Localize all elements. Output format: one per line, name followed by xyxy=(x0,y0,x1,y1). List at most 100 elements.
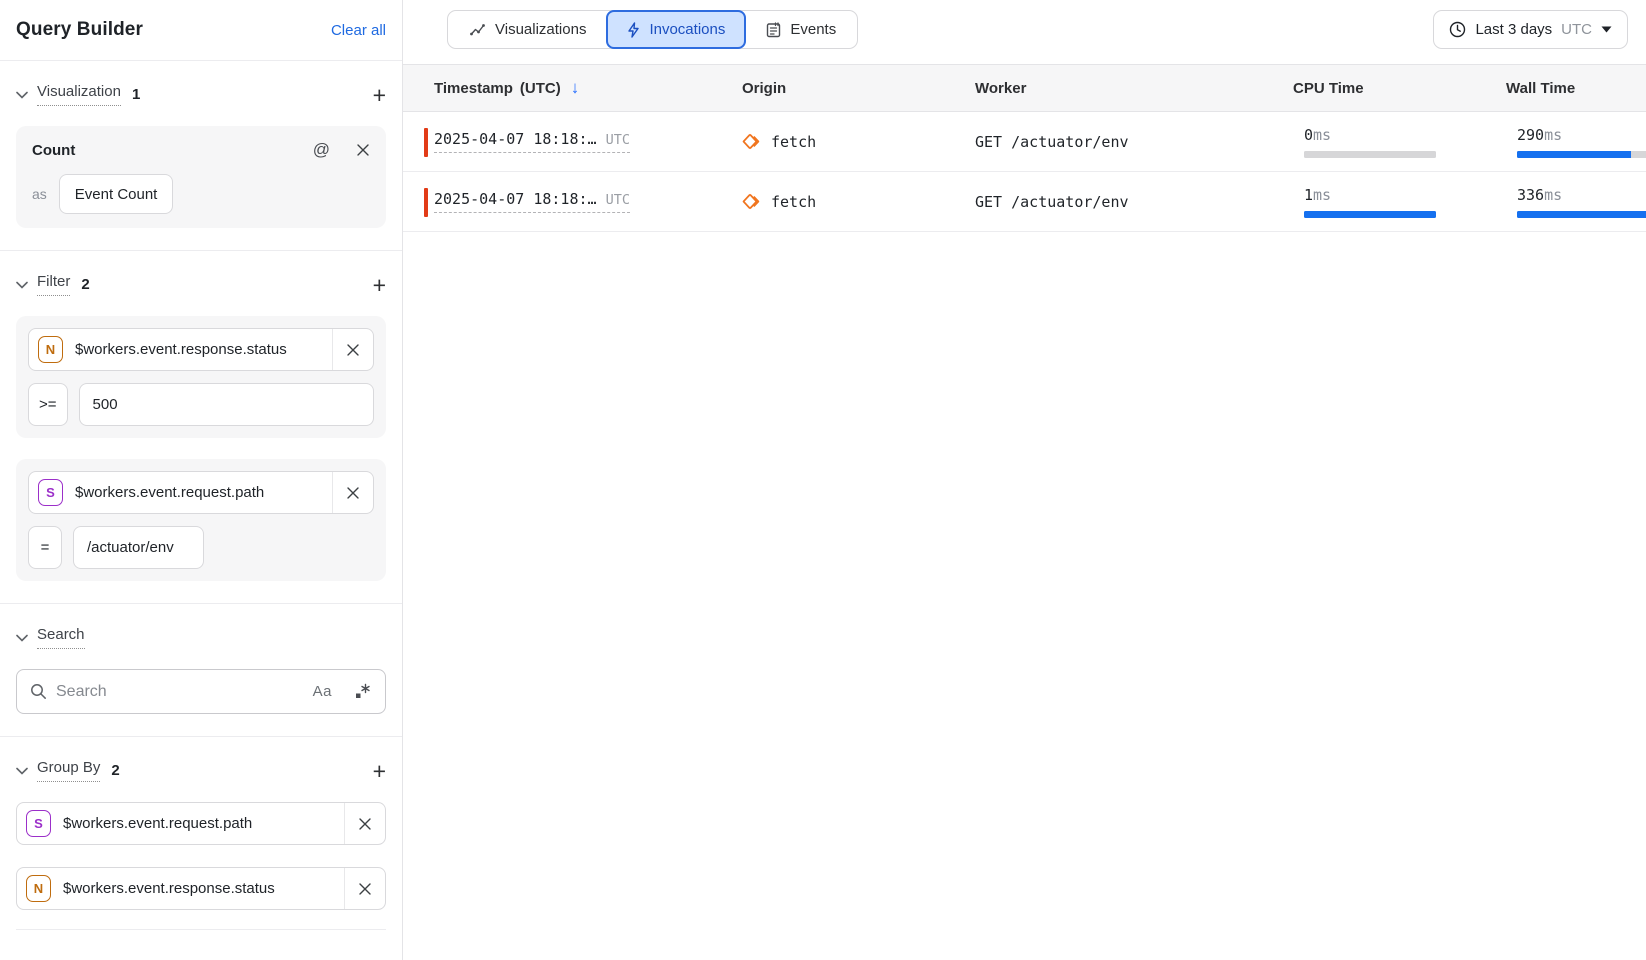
group-by-field-path: $workers.event.response.status xyxy=(63,880,344,897)
wall-time-bar xyxy=(1517,151,1646,158)
visualization-card: Count @ as Event Count xyxy=(16,126,386,228)
chevron-down-icon[interactable] xyxy=(16,91,28,99)
filter-operator-select[interactable]: >= xyxy=(28,383,68,426)
sidebar-header: Query Builder Clear all xyxy=(0,0,402,61)
filter-count: 2 xyxy=(81,276,89,293)
group-by-field-selector[interactable]: S $workers.event.request.path xyxy=(16,802,386,845)
worker-request-value: GET /actuator/env xyxy=(975,133,1293,151)
number-type-badge: N xyxy=(38,336,63,363)
section-title-visualization[interactable]: Visualization xyxy=(37,83,121,106)
remove-group-by-icon[interactable] xyxy=(344,803,385,844)
wall-time-unit: ms xyxy=(1544,126,1562,144)
lightning-icon xyxy=(627,22,640,38)
chevron-down-icon[interactable] xyxy=(16,767,28,775)
events-list-icon xyxy=(766,22,781,38)
time-range-dropdown[interactable]: Last 3 days UTC xyxy=(1433,10,1628,49)
clear-all-link[interactable]: Clear all xyxy=(331,22,386,39)
section-title-group-by[interactable]: Group By xyxy=(37,759,100,782)
view-tab-group: Visualizations Invocations xyxy=(447,10,858,49)
match-case-icon[interactable]: Aa xyxy=(313,683,332,700)
results-panel: Visualizations Invocations xyxy=(403,0,1646,960)
search-box: Aa xyxy=(16,669,386,714)
cpu-time-cell: 0ms xyxy=(1293,126,1506,158)
chevron-down-icon[interactable] xyxy=(16,634,28,642)
tab-invocations[interactable]: Invocations xyxy=(606,10,746,49)
remove-filter-icon[interactable] xyxy=(332,472,373,513)
search-input[interactable] xyxy=(56,683,304,701)
cpu-time-value: 1 xyxy=(1304,186,1313,204)
wall-time-unit: ms xyxy=(1544,186,1562,204)
wall-time-cell: 336ms xyxy=(1506,186,1646,218)
column-header-origin[interactable]: Origin xyxy=(742,80,975,97)
wall-time-bar xyxy=(1517,211,1646,218)
tab-label: Visualizations xyxy=(495,21,586,38)
sort-desc-icon[interactable]: ↓ xyxy=(571,78,580,98)
wall-time-cell: 290ms xyxy=(1506,126,1646,158)
column-header-wall-time[interactable]: Wall Time xyxy=(1506,80,1646,97)
filter-field-selector[interactable]: N $workers.event.response.status xyxy=(28,328,374,371)
tab-visualizations[interactable]: Visualizations xyxy=(448,11,607,48)
add-filter-button[interactable]: + xyxy=(373,275,386,295)
group-by-count: 2 xyxy=(111,762,119,779)
origin-value: fetch xyxy=(771,133,816,151)
timestamp-value: 2025-04-07 18:18:… xyxy=(434,130,597,148)
cpu-time-value: 0 xyxy=(1304,126,1313,144)
filter-value-input[interactable] xyxy=(79,383,374,426)
cpu-time-cell: 1ms xyxy=(1293,186,1506,218)
string-type-badge: S xyxy=(38,479,63,506)
search-icon xyxy=(30,683,47,700)
time-range-label: Last 3 days xyxy=(1475,21,1552,38)
section-title-search[interactable]: Search xyxy=(37,626,85,649)
invocation-row[interactable]: 2025-04-07 18:18:… UTC fetch GET /actuat… xyxy=(403,112,1646,172)
group-by-section: Group By 2 + S $workers.event.request.pa… xyxy=(0,737,402,952)
error-status-indicator xyxy=(424,128,428,157)
wall-time-value: 336 xyxy=(1517,186,1544,204)
remove-visualization-icon[interactable] xyxy=(356,143,370,157)
filter-value-input[interactable] xyxy=(73,526,204,569)
column-header-timestamp[interactable]: Timestamp (UTC) ↓ xyxy=(434,78,742,98)
cpu-time-bar xyxy=(1304,211,1436,218)
visualization-section: Visualization 1 + Count @ as Event Count xyxy=(0,61,402,251)
invocations-table-header: Timestamp (UTC) ↓ Origin Worker CPU Time… xyxy=(403,64,1646,112)
column-header-worker[interactable]: Worker xyxy=(975,80,1293,97)
search-section: Search Aa xyxy=(0,604,402,737)
chart-line-icon xyxy=(469,23,486,37)
cpu-time-unit: ms xyxy=(1313,186,1331,204)
filter-field-selector[interactable]: S $workers.event.request.path xyxy=(28,471,374,514)
add-visualization-button[interactable]: + xyxy=(373,85,386,105)
sidebar-divider xyxy=(16,929,386,930)
filter-field-path: $workers.event.response.status xyxy=(75,341,332,358)
results-topbar: Visualizations Invocations xyxy=(403,0,1646,64)
filter-operator-select[interactable]: = xyxy=(28,526,62,569)
group-by-field-selector[interactable]: N $workers.event.response.status xyxy=(16,867,386,910)
tab-label: Events xyxy=(790,21,836,38)
timestamp-value: 2025-04-07 18:18:… xyxy=(434,190,597,208)
chevron-down-icon[interactable] xyxy=(16,281,28,289)
at-icon[interactable]: @ xyxy=(313,140,330,160)
alias-button[interactable]: Event Count xyxy=(59,174,174,214)
remove-filter-icon[interactable] xyxy=(332,329,373,370)
remove-group-by-icon[interactable] xyxy=(344,868,385,909)
invocation-row[interactable]: 2025-04-07 18:18:… UTC fetch GET /actuat… xyxy=(403,172,1646,232)
tab-events[interactable]: Events xyxy=(745,11,857,48)
group-by-field-path: $workers.event.request.path xyxy=(63,815,344,832)
number-type-badge: N xyxy=(26,875,51,902)
filter-field-path: $workers.event.request.path xyxy=(75,484,332,501)
regex-icon[interactable] xyxy=(353,683,372,700)
column-header-cpu-time[interactable]: CPU Time xyxy=(1293,80,1506,97)
visualization-function-label[interactable]: Count xyxy=(32,142,75,159)
cpu-time-bar xyxy=(1304,151,1436,158)
tab-label: Invocations xyxy=(649,21,725,38)
time-range-timezone: UTC xyxy=(1561,21,1592,38)
fetch-origin-icon xyxy=(742,193,761,210)
filter-section: Filter 2 + N $workers.event.response.sta… xyxy=(0,251,402,604)
cpu-time-unit: ms xyxy=(1313,126,1331,144)
origin-value: fetch xyxy=(771,193,816,211)
string-type-badge: S xyxy=(26,810,51,837)
section-title-filter[interactable]: Filter xyxy=(37,273,70,296)
filter-card: N $workers.event.response.status >= xyxy=(16,316,386,438)
workers-observability-app: Query Builder Clear all Visualization 1 … xyxy=(0,0,1646,960)
fetch-origin-icon xyxy=(742,133,761,150)
timestamp-timezone: UTC xyxy=(606,192,630,208)
add-group-by-button[interactable]: + xyxy=(373,761,386,781)
